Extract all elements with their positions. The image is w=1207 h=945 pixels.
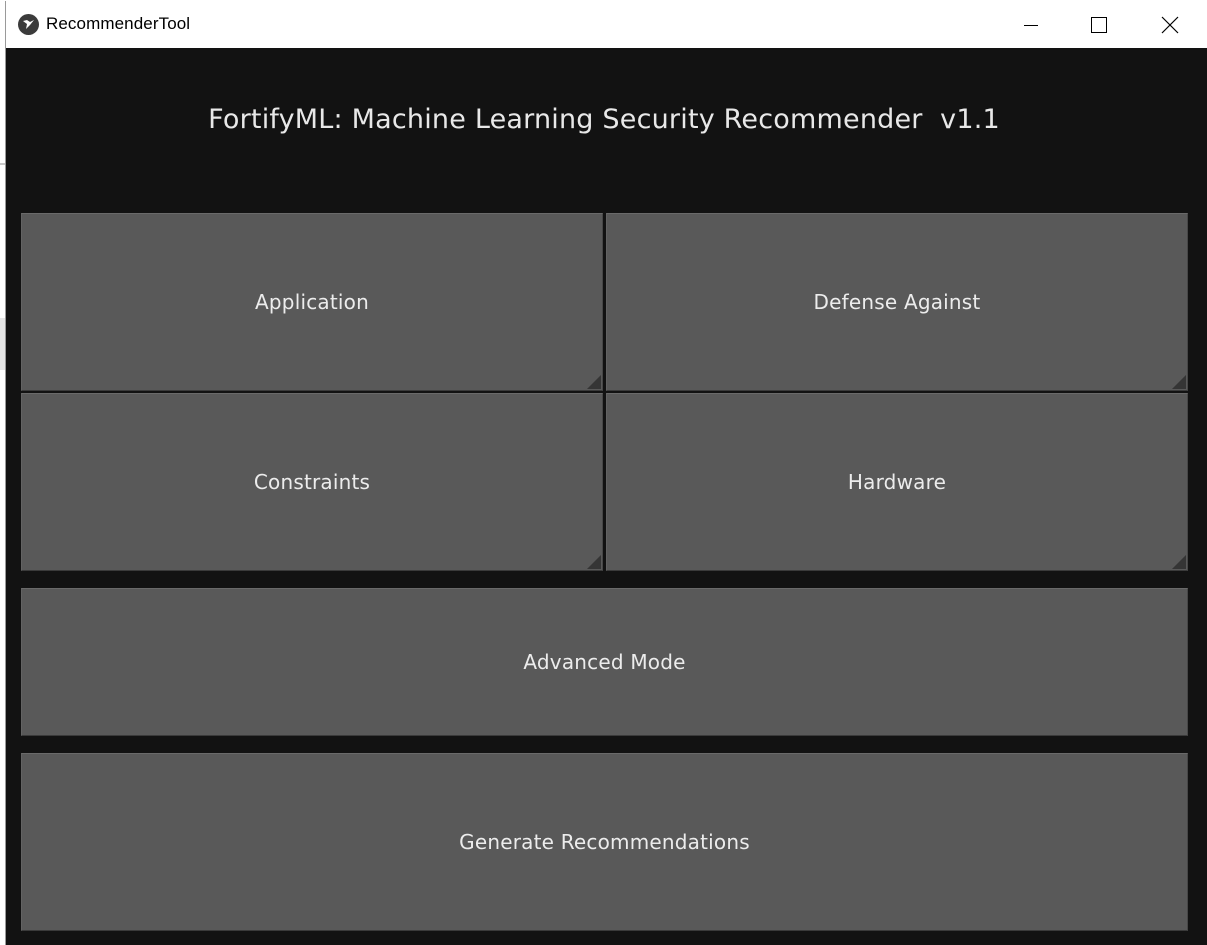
dropdown-corner-icon: [1172, 555, 1186, 569]
dropdown-corner-icon: [1172, 375, 1186, 389]
maximize-icon: [1091, 16, 1107, 33]
maximize-button[interactable]: [1076, 1, 1122, 48]
application-button[interactable]: Application: [21, 213, 603, 391]
page-title: FortifyML: Machine Learning Security Rec…: [208, 104, 1000, 135]
generate-recommendations-button-label: Generate Recommendations: [459, 830, 750, 854]
advanced-mode-button[interactable]: Advanced Mode: [21, 588, 1188, 736]
dropdown-corner-icon: [587, 375, 601, 389]
dropdown-corner-icon: [587, 555, 601, 569]
defense-against-button[interactable]: Defense Against: [606, 213, 1188, 391]
app-content: FortifyML: Machine Learning Security Rec…: [6, 48, 1207, 945]
generate-recommendations-button[interactable]: Generate Recommendations: [21, 753, 1188, 931]
advanced-mode-button-label: Advanced Mode: [523, 650, 686, 674]
title-bar[interactable]: RecommenderTool: [6, 1, 1207, 48]
minimize-icon: [1024, 24, 1038, 26]
defense-against-button-label: Defense Against: [813, 290, 981, 314]
close-icon: [1161, 16, 1179, 33]
constraints-button[interactable]: Constraints: [21, 393, 603, 571]
constraints-button-label: Constraints: [253, 470, 371, 494]
hardware-button-label: Hardware: [847, 470, 947, 494]
minimize-button[interactable]: [1008, 1, 1054, 48]
app-window: RecommenderTool FortifyML: Machine Learn…: [5, 1, 1207, 945]
hardware-button[interactable]: Hardware: [606, 393, 1188, 571]
application-button-label: Application: [255, 290, 369, 314]
close-button[interactable]: [1147, 1, 1193, 48]
kivy-app-icon: [18, 14, 39, 35]
window-title: RecommenderTool: [46, 14, 191, 33]
